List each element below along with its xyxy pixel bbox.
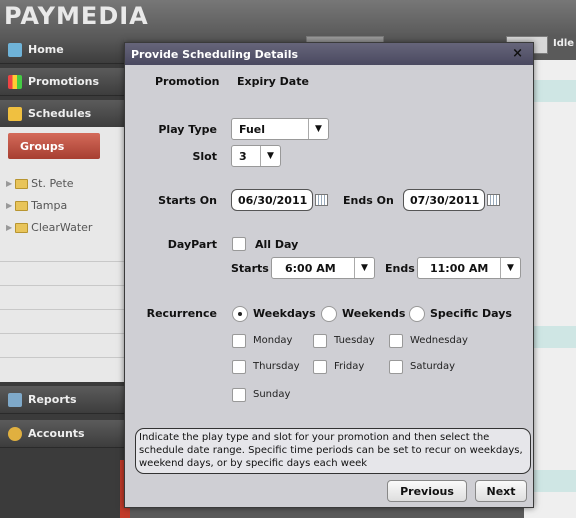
bar-chart-icon — [8, 74, 22, 89]
nav-reports-label: Reports — [28, 393, 77, 406]
groups-tab[interactable]: Groups — [8, 133, 100, 159]
chevron-down-icon: ▼ — [500, 258, 520, 278]
saturday-checkbox[interactable] — [389, 360, 403, 374]
brand-logo: PAYMEDIA — [4, 2, 149, 30]
end-time-select[interactable]: 11:00 AM ▼ — [417, 257, 521, 279]
dialog-title: Provide Scheduling Details — [131, 47, 299, 61]
report-icon — [8, 392, 22, 407]
sunday-label: Sunday — [253, 389, 291, 400]
group-item-clearwater[interactable]: ▶ ClearWater — [6, 221, 92, 234]
chevron-down-icon: ▼ — [308, 119, 328, 139]
folder-icon — [15, 200, 29, 211]
scheduling-dialog: Provide Scheduling Details × Promotion E… — [124, 42, 534, 508]
thursday-label: Thursday — [253, 361, 300, 372]
start-time-select[interactable]: 6:00 AM ▼ — [271, 257, 375, 279]
home-icon — [8, 42, 22, 57]
monday-checkbox[interactable] — [232, 334, 246, 348]
nav-promotions[interactable]: Promotions — [0, 68, 124, 96]
starts-on-input[interactable]: 06/30/2011 — [231, 189, 313, 211]
specific-days-radio[interactable] — [409, 306, 425, 322]
calendar-icon — [8, 106, 22, 121]
folder-icon — [15, 178, 29, 189]
calendar-icon[interactable] — [315, 194, 328, 206]
wednesday-label: Wednesday — [410, 335, 468, 346]
expand-icon: ▶ — [6, 201, 13, 210]
idle-status: Idle — [553, 38, 575, 49]
start-time-value: 6:00 AM — [285, 261, 336, 275]
ends-label: Ends — [385, 262, 415, 275]
nav-home[interactable]: Home — [0, 36, 124, 64]
tuesday-label: Tuesday — [334, 335, 375, 346]
friday-checkbox[interactable] — [313, 360, 327, 374]
nav-schedules[interactable]: Schedules — [0, 100, 124, 128]
calendar-icon[interactable] — [487, 194, 500, 206]
slot-value: 3 — [239, 149, 247, 163]
monday-label: Monday — [253, 335, 293, 346]
ends-on-label: Ends On — [343, 194, 394, 207]
divider — [0, 285, 124, 286]
promotion-value: Expiry Date — [237, 75, 309, 88]
help-text: Indicate the play type and slot for your… — [135, 428, 531, 474]
group-label: St. Pete — [31, 177, 74, 190]
group-item-st-pete[interactable]: ▶ St. Pete — [6, 177, 74, 190]
promotion-label: Promotion — [155, 75, 220, 88]
nav-accounts-label: Accounts — [28, 427, 85, 440]
nav-schedules-label: Schedules — [28, 107, 92, 120]
divider — [0, 357, 124, 358]
end-time-value: 11:00 AM — [430, 261, 489, 275]
users-icon — [8, 426, 22, 441]
chevron-down-icon: ▼ — [354, 258, 374, 278]
weekends-radio[interactable] — [321, 306, 337, 322]
group-item-tampa[interactable]: ▶ Tampa — [6, 199, 67, 212]
nav-home-label: Home — [28, 43, 64, 56]
play-type-label: Play Type — [158, 123, 217, 136]
tuesday-checkbox[interactable] — [313, 334, 327, 348]
weekdays-label: Weekdays — [253, 307, 316, 320]
app-header: PAYMEDIA — [0, 0, 576, 36]
group-label: ClearWater — [31, 221, 93, 234]
expand-icon: ▶ — [6, 223, 13, 232]
divider — [0, 333, 124, 334]
nav-reports[interactable]: Reports — [0, 386, 124, 414]
expand-icon: ▶ — [6, 179, 13, 188]
dialog-title-bar: Provide Scheduling Details × — [125, 43, 533, 65]
groups-panel: Groups ▶ St. Pete ▶ Tampa ▶ ClearWater — [0, 127, 124, 382]
daypart-label: DayPart — [167, 238, 217, 251]
play-type-value: Fuel — [239, 122, 266, 136]
divider — [0, 261, 124, 262]
all-day-label: All Day — [255, 238, 299, 251]
previous-button[interactable]: Previous — [387, 480, 467, 502]
nav-promotions-label: Promotions — [28, 75, 100, 88]
folder-icon — [15, 222, 29, 233]
slot-label: Slot — [192, 150, 217, 163]
all-day-checkbox[interactable] — [232, 237, 246, 251]
friday-label: Friday — [334, 361, 365, 372]
divider — [0, 309, 124, 310]
play-type-select[interactable]: Fuel ▼ — [231, 118, 329, 140]
weekends-label: Weekends — [342, 307, 406, 320]
sunday-checkbox[interactable] — [232, 388, 246, 402]
ends-on-input[interactable]: 07/30/2011 — [403, 189, 485, 211]
chevron-down-icon: ▼ — [260, 146, 280, 166]
weekdays-radio[interactable] — [232, 306, 248, 322]
saturday-label: Saturday — [410, 361, 456, 372]
recurrence-label: Recurrence — [146, 307, 217, 320]
group-label: Tampa — [31, 199, 68, 212]
next-button[interactable]: Next — [475, 480, 527, 502]
wednesday-checkbox[interactable] — [389, 334, 403, 348]
thursday-checkbox[interactable] — [232, 360, 246, 374]
starts-on-label: Starts On — [158, 194, 217, 207]
slot-select[interactable]: 3 ▼ — [231, 145, 281, 167]
starts-label: Starts — [231, 262, 269, 275]
specific-days-label: Specific Days — [430, 307, 512, 320]
nav-accounts[interactable]: Accounts — [0, 420, 124, 448]
close-icon[interactable]: × — [512, 46, 523, 61]
